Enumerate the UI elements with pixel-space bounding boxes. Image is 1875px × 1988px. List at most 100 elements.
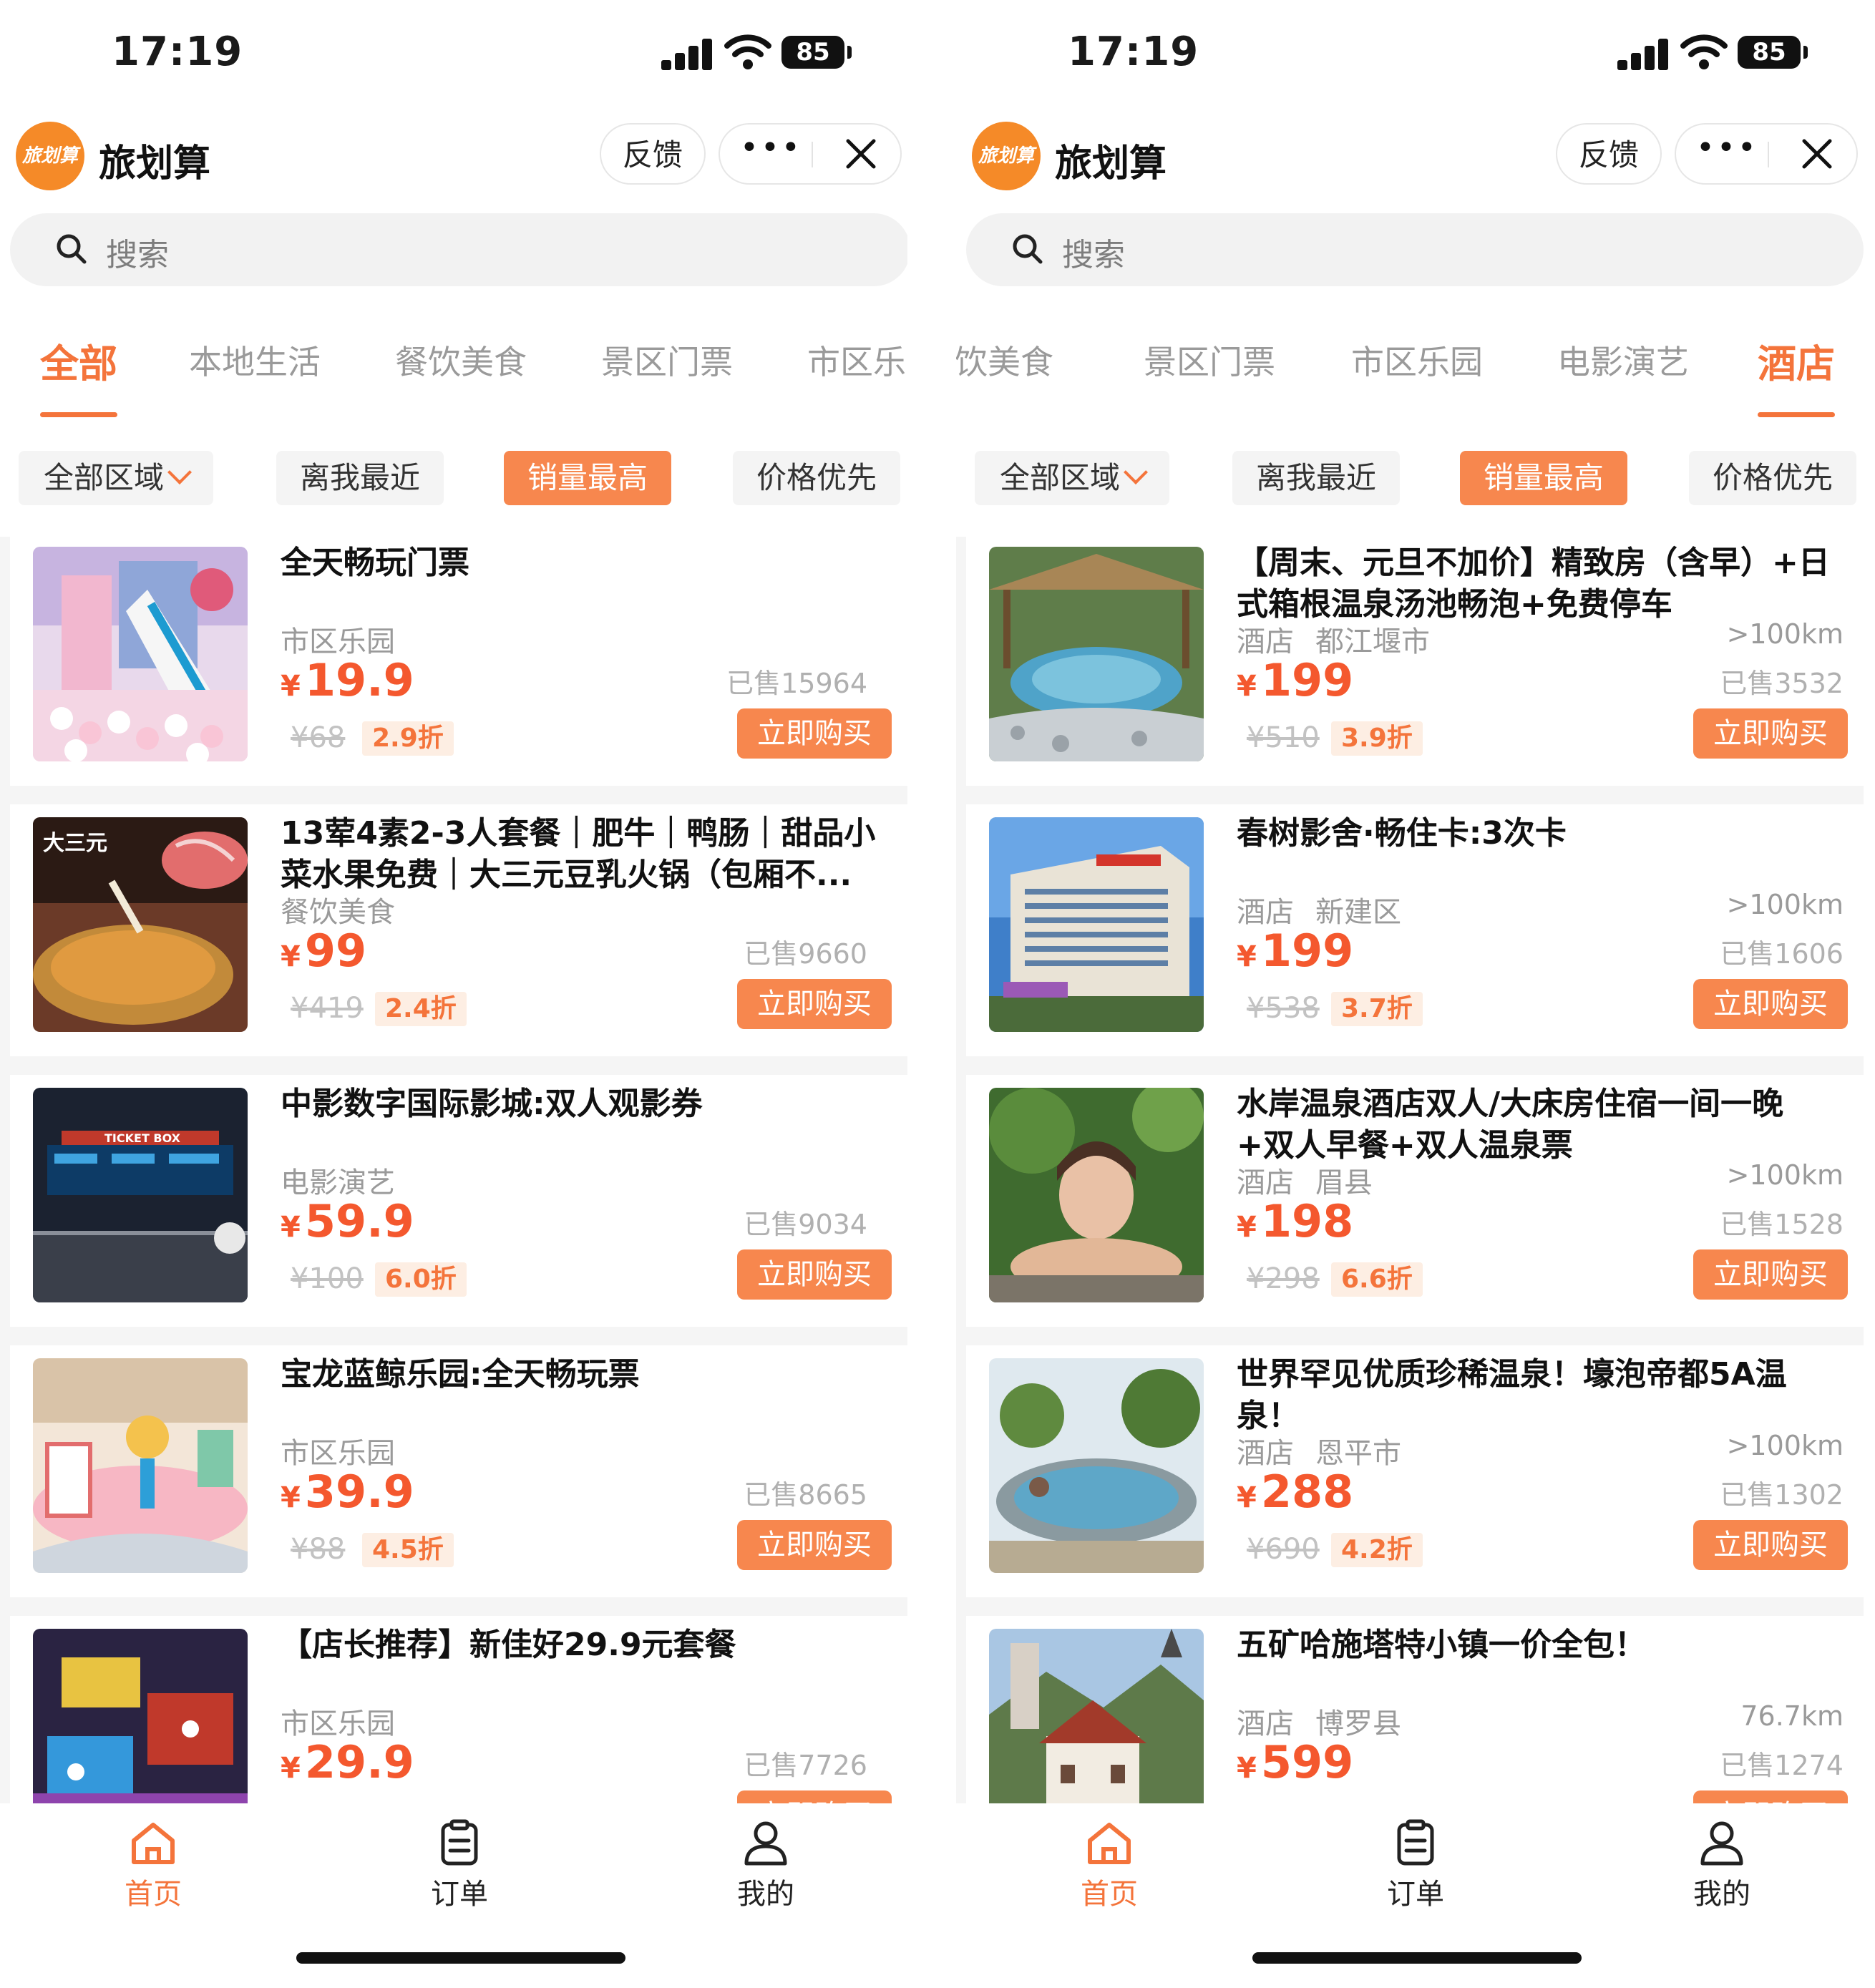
tab-mine[interactable]: 我的 xyxy=(1665,1819,1779,1912)
product-title: 水岸温泉酒店双人/大床房住宿一间一晚+双人早餐+双人温泉票 xyxy=(1237,1086,1784,1164)
discount-badge: 4.2折 xyxy=(1331,1533,1423,1567)
home-icon xyxy=(132,1823,175,1864)
status-time: 17:19 xyxy=(112,29,243,75)
tab-scenic-tickets[interactable]: 景区门票 xyxy=(601,336,733,384)
original-price: ¥510 xyxy=(1247,721,1320,754)
filter-region[interactable]: 全部区域 xyxy=(975,451,1169,505)
home-indicator xyxy=(296,1952,625,1964)
tab-home[interactable]: 首页 xyxy=(1052,1819,1167,1912)
distance: >100km xyxy=(1726,618,1844,650)
product-price: ¥19.9 xyxy=(281,654,414,706)
filter-nearest[interactable]: 离我最近 xyxy=(1232,451,1400,505)
tab-food[interactable]: 餐饮美食 xyxy=(395,336,527,384)
buy-now-button[interactable]: 立即购买 xyxy=(1693,1790,1848,1803)
mini-program-capsule: ••• xyxy=(1675,123,1858,185)
product-card[interactable]: TICKET BOX 中影数字国际影城:双人观影券 电影演艺 ¥59.9 已售9… xyxy=(10,1075,907,1327)
original-price: ¥298 xyxy=(1247,1262,1320,1295)
product-card[interactable]: 【店长推荐】新佳好29.9元套餐 市区乐园 ¥29.9 已售7726 立即购买 xyxy=(10,1616,907,1803)
product-card[interactable]: 春树影舍·畅住卡:3次卡 酒店 新建区 >100km ¥199 已售1606 ¥5… xyxy=(966,804,1864,1056)
product-card[interactable]: 世界罕见优质珍稀温泉！壕泡帝都5A温泉！ 酒店 恩平市 >100km ¥288 已… xyxy=(966,1345,1864,1597)
search-icon xyxy=(57,234,87,264)
tab-orders[interactable]: 订单 xyxy=(1358,1819,1473,1912)
buy-now-button[interactable]: 立即购买 xyxy=(1693,708,1848,759)
svg-text:TICKET BOX: TICKET BOX xyxy=(104,1131,181,1145)
tab-all[interactable]: 全部 xyxy=(40,332,117,389)
tab-local-life[interactable]: 本地生活 xyxy=(189,336,321,384)
filter-price-first[interactable]: 价格优先 xyxy=(733,451,900,505)
filter-region-label: 全部区域 xyxy=(999,460,1120,495)
discount-badge: 6.0折 xyxy=(375,1262,467,1297)
user-icon xyxy=(744,1821,787,1866)
product-card[interactable]: 水岸温泉酒店双人/大床房住宿一间一晚+双人早餐+双人温泉票 酒店 眉县 >100k… xyxy=(966,1075,1864,1327)
tab-home-label: 首页 xyxy=(125,1878,182,1911)
orders-icon xyxy=(1397,1819,1434,1866)
buy-now-button[interactable]: 立即购买 xyxy=(1693,979,1848,1029)
close-icon[interactable] xyxy=(1792,125,1842,183)
product-card[interactable]: 大三元 13荤4素2-3人套餐｜肥牛｜鸭肠｜甜品小菜水果免费｜大三元豆乳火锅（包… xyxy=(10,804,907,1056)
product-price: ¥199 xyxy=(1237,654,1353,706)
original-price: ¥88 xyxy=(291,1533,346,1566)
price-value: 39.9 xyxy=(304,1466,414,1518)
feedback-button[interactable]: 反馈 xyxy=(600,123,706,185)
close-icon[interactable] xyxy=(836,125,886,183)
buy-now-button[interactable]: 立即购买 xyxy=(737,979,892,1029)
buy-now-button[interactable]: 立即购买 xyxy=(737,1790,892,1803)
status-bar: 17:19 85 xyxy=(0,0,907,107)
tab-home[interactable]: 首页 xyxy=(96,1819,210,1912)
discount-badge: 2.9折 xyxy=(362,721,454,756)
buy-now-button[interactable]: 立即购买 xyxy=(1693,1520,1848,1570)
filter-top-sales[interactable]: 销量最高 xyxy=(504,451,671,505)
tab-city-parks[interactable]: 市区乐园 xyxy=(807,336,907,384)
product-card[interactable]: 五矿哈施塔特小镇一价全包！ 酒店博罗县 76.7km ¥599 已售1274 立… xyxy=(966,1616,1864,1803)
tab-hotel[interactable]: 酒店 xyxy=(1758,332,1835,389)
filter-price-first[interactable]: 价格优先 xyxy=(1689,451,1856,505)
buy-now-button[interactable]: 立即购买 xyxy=(737,708,892,759)
app-logo: 旅划算 xyxy=(972,122,1041,190)
wifi-icon xyxy=(1680,34,1728,69)
tab-orders[interactable]: 订单 xyxy=(402,1819,517,1912)
price-value: 29.9 xyxy=(304,1736,414,1788)
battery-tip xyxy=(847,46,852,59)
app-title: 旅划算 xyxy=(1055,142,1167,185)
original-price: ¥690 xyxy=(1247,1533,1320,1566)
tab-mine-label: 我的 xyxy=(1693,1878,1750,1911)
tab-food[interactable]: 餐饮美食 xyxy=(956,336,1053,384)
buy-now-button[interactable]: 立即购买 xyxy=(737,1249,892,1300)
product-card[interactable]: 宝龙蓝鲸乐园:全天畅玩票 市区乐园 ¥39.9 已售8665 ¥88 4.5折 … xyxy=(10,1345,907,1597)
tab-mine[interactable]: 我的 xyxy=(708,1819,823,1912)
search-placeholder: 搜索 xyxy=(106,237,169,273)
sold-count: 已售1302 xyxy=(1720,1479,1844,1511)
product-card[interactable]: 【周末、元旦不加价】精致房（含早）+日式箱根温泉汤池畅泡+免费停车 酒店 都江堰市… xyxy=(966,537,1864,786)
filter-nearest[interactable]: 离我最近 xyxy=(276,451,444,505)
discount-badge: 2.4折 xyxy=(375,992,467,1026)
tab-scenic-tickets[interactable]: 景区门票 xyxy=(1144,336,1275,384)
product-card[interactable]: 全天畅玩门票 市区乐园 ¥19.9 已售15964 ¥68 2.9折 立即购买 xyxy=(10,537,907,786)
chevron-down-icon xyxy=(167,460,192,484)
tab-city-parks[interactable]: 市区乐园 xyxy=(1351,336,1483,384)
buy-now-button[interactable]: 立即购买 xyxy=(1693,1249,1848,1300)
product-image-hot-spring-pavilion xyxy=(989,547,1204,761)
price-value: 99 xyxy=(304,925,367,977)
more-icon[interactable]: ••• xyxy=(740,125,800,183)
svg-text:大三元: 大三元 xyxy=(43,831,107,856)
feedback-button[interactable]: 反馈 xyxy=(1556,123,1662,185)
home-icon xyxy=(1088,1823,1131,1864)
tab-film-shows[interactable]: 电影演艺 xyxy=(1557,336,1689,384)
product-image-hot-spring-pool xyxy=(989,1358,1204,1573)
product-price: ¥59.9 xyxy=(281,1195,414,1247)
filter-region[interactable]: 全部区域 xyxy=(19,451,213,505)
mini-program-capsule: ••• xyxy=(719,123,902,185)
sold-count: 已售9660 xyxy=(744,938,867,970)
search-bar[interactable]: 搜索 xyxy=(966,213,1864,286)
search-bar[interactable]: 搜索 xyxy=(10,213,907,286)
currency-symbol: ¥ xyxy=(1237,1481,1257,1514)
status-time: 17:19 xyxy=(1068,29,1199,75)
sold-count: 已售9034 xyxy=(744,1209,867,1240)
filter-top-sales[interactable]: 销量最高 xyxy=(1460,451,1627,505)
original-price: ¥100 xyxy=(291,1262,364,1295)
discount-badge: 3.9折 xyxy=(1331,721,1423,756)
more-icon[interactable]: ••• xyxy=(1696,125,1756,183)
product-price: ¥599 xyxy=(1237,1736,1353,1788)
buy-now-button[interactable]: 立即购买 xyxy=(737,1520,892,1570)
filter-region-label: 全部区域 xyxy=(43,460,164,495)
